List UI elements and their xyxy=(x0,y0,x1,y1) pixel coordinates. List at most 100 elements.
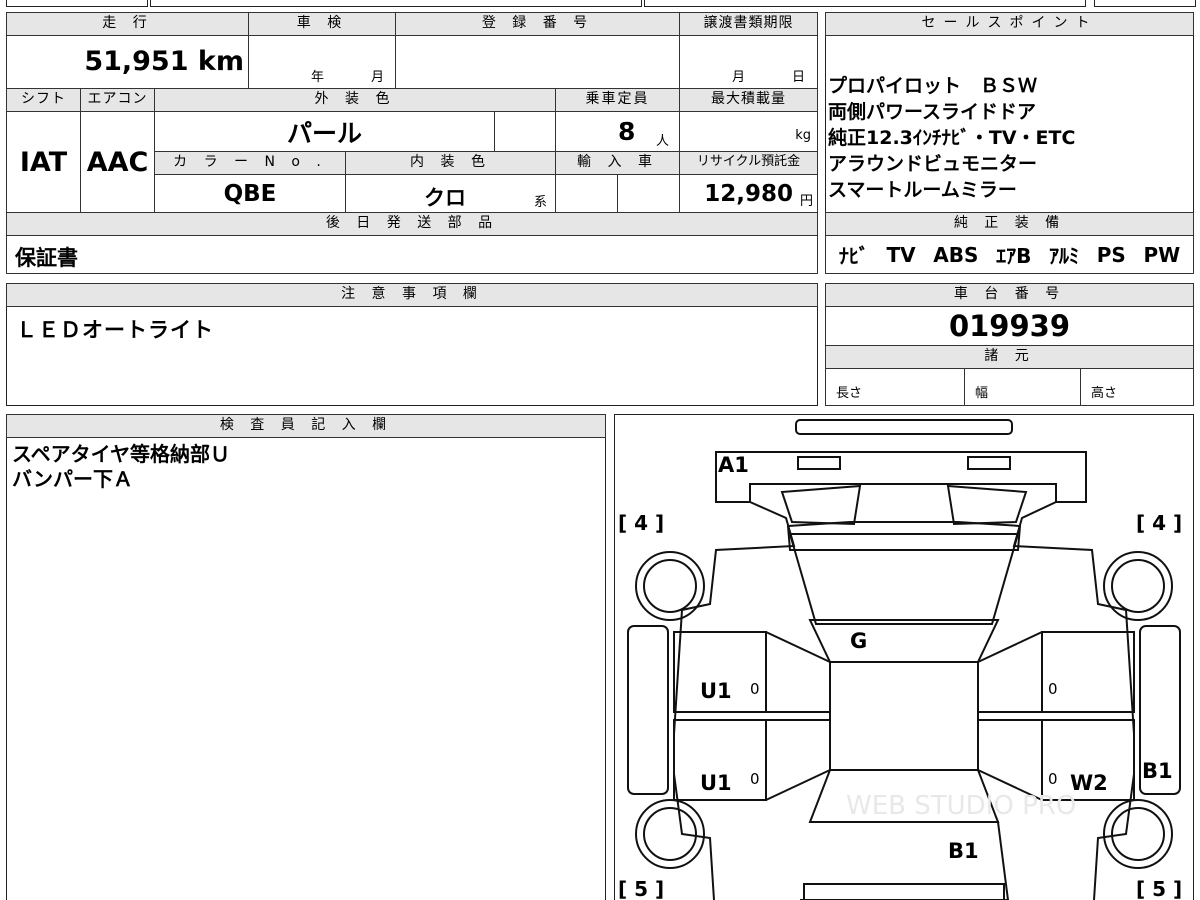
registration-header: 登 録 番 号 xyxy=(395,12,680,36)
rear-bumper xyxy=(803,883,1005,900)
mileage-header: 走 行 xyxy=(6,12,249,36)
tire-front-left-label: [ 4 ] xyxy=(618,511,664,535)
top-strip xyxy=(0,0,1200,8)
recycle-value: 12,980 xyxy=(704,181,793,207)
left-side-strip xyxy=(627,625,669,795)
interior-color-suffix: 系 xyxy=(534,195,548,210)
equipment-item: ｴｱB xyxy=(996,244,1032,268)
zero-mark: 0 xyxy=(750,770,760,788)
import-cell-a xyxy=(555,174,618,213)
headlight-left xyxy=(780,484,862,526)
tire-front-left-inner xyxy=(643,559,697,613)
equipment-item: TV xyxy=(886,242,916,267)
recycle-cell: 12,980 円 xyxy=(679,174,818,213)
later-parts-cell: 保証書 xyxy=(6,235,818,274)
tire-rear-right-label: [ 5 ] xyxy=(1136,877,1182,900)
sales-point-item: スマートルームミラー xyxy=(828,179,1017,201)
spec-length-label: 長さ xyxy=(836,386,863,401)
sales-point-item: 両側パワースライドドア xyxy=(828,101,1037,123)
equipment-item: PS xyxy=(1096,242,1126,267)
sales-points-header: セールスポイント xyxy=(825,12,1194,36)
roof-front xyxy=(808,619,1000,663)
mark-b1-rear: B1 xyxy=(948,839,979,863)
max-load-cell: kg xyxy=(679,111,818,152)
inspection-month-unit: 月 xyxy=(371,70,385,85)
car-diagram: WEB STUDIO PRO [ 4 ] [ 4 ] [ 5 ] [ 5 ] A… xyxy=(618,419,1182,900)
zero-mark: 0 xyxy=(1048,680,1058,698)
spec-height-cell: 高さ xyxy=(1080,368,1194,406)
inspector-line: スペアタイヤ等格納部Ｕ xyxy=(12,442,230,466)
shift-header: シフト xyxy=(6,88,81,112)
right-front-door xyxy=(1041,631,1135,713)
tire-front-right-label: [ 4 ] xyxy=(1136,511,1182,535)
chassis-value: 019939 xyxy=(948,309,1071,343)
tire-front-left xyxy=(635,551,705,621)
tire-front-right xyxy=(1103,551,1173,621)
inspection-cell: 年 月 xyxy=(248,35,396,89)
equipment-item: ｱﾙﾐ xyxy=(1049,244,1080,268)
chassis-header: 車 台 番 号 xyxy=(825,283,1194,307)
inspection-year-unit: 年 xyxy=(311,70,325,85)
interior-color-header: 内 装 色 xyxy=(345,151,556,175)
mark-u1-bottom: U1 xyxy=(700,771,732,795)
sales-point-item: アラウンドビュモニター xyxy=(828,153,1038,175)
mark-w2: W2 xyxy=(1070,771,1108,795)
exterior-color-value: パール xyxy=(286,118,362,148)
chassis-cell: 019939 xyxy=(825,306,1194,346)
mileage-value: 51,951 km xyxy=(84,46,244,77)
exterior-color-extra-cell xyxy=(494,111,556,152)
max-load-header: 最大積載量 xyxy=(679,88,818,112)
tire-front-right-inner xyxy=(1111,559,1165,613)
color-no-value: QBE xyxy=(223,180,277,207)
aircon-cell: AAC xyxy=(80,111,155,213)
shift-value: IAT xyxy=(19,146,68,178)
headlight-right xyxy=(946,484,1028,526)
front-lamp-right xyxy=(967,456,1011,470)
front-lamp-left xyxy=(797,456,841,470)
tire-rear-left xyxy=(635,799,705,869)
body-outline xyxy=(673,501,1135,900)
mark-u1-top: U1 xyxy=(700,679,732,703)
color-no-cell: QBE xyxy=(154,174,346,213)
mark-g: G xyxy=(850,629,867,653)
aircon-value: AAC xyxy=(86,146,149,178)
transfer-day-unit: 日 xyxy=(792,70,806,85)
max-load-unit: kg xyxy=(795,128,811,143)
spec-width-cell: 幅 xyxy=(964,368,1081,406)
equipment-item: ﾅﾋﾞ xyxy=(838,244,869,268)
capacity-unit: 人 xyxy=(656,134,670,149)
sales-points-list: プロパイロット ＢＳＷ 両側パワースライドドア 純正12.3ｲﾝﾁﾅﾋﾞ・TV・… xyxy=(828,73,1192,203)
transfer-month-unit: 月 xyxy=(732,70,746,85)
sales-point-item: 純正12.3ｲﾝﾁﾅﾋﾞ・TV・ETC xyxy=(828,127,1076,149)
equipment-item: ABS xyxy=(933,242,979,267)
zero-mark: 0 xyxy=(750,680,760,698)
inspector-line: バンパー下Ａ xyxy=(12,467,133,491)
front-grille-bar xyxy=(795,419,1013,435)
spec-height-label: 高さ xyxy=(1091,386,1118,401)
genuine-equipment-header: 純 正 装 備 xyxy=(825,212,1194,236)
import-cell-b xyxy=(617,174,680,213)
equipment-item: PW xyxy=(1143,242,1181,267)
genuine-equipment-cell: ﾅﾋﾞ TV ABS ｴｱB ｱﾙﾐ PS PW xyxy=(825,235,1194,274)
windshield xyxy=(788,533,1020,625)
registration-cell xyxy=(395,35,680,89)
spec-length-cell: 長さ xyxy=(825,368,965,406)
front-bumper-outline xyxy=(715,451,1087,503)
mileage-cell: 51,951 km xyxy=(6,35,249,89)
notes-header: 注 意 事 項 欄 xyxy=(6,283,818,307)
transfer-docs-cell: 月 日 xyxy=(679,35,818,89)
specs-header: 諸 元 xyxy=(825,345,1194,369)
shift-cell: IAT xyxy=(6,111,81,213)
capacity-header: 乗車定員 xyxy=(555,88,680,112)
later-parts-value: 保証書 xyxy=(15,246,78,270)
capacity-cell: 8 人 xyxy=(555,111,680,152)
recycle-header: リサイクル預託金 xyxy=(679,151,818,175)
aircon-header: エアコン xyxy=(80,88,155,112)
tire-rear-left-label: [ 5 ] xyxy=(618,877,664,900)
sales-point-item: プロパイロット ＢＳＷ xyxy=(828,75,1038,97)
transfer-docs-header: 譲渡書類期限 xyxy=(679,12,818,36)
exterior-color-cell: パール xyxy=(154,111,495,152)
hood-panel xyxy=(786,521,1022,551)
inspection-header: 車 検 xyxy=(248,12,396,36)
exterior-color-header: 外 装 色 xyxy=(154,88,556,112)
